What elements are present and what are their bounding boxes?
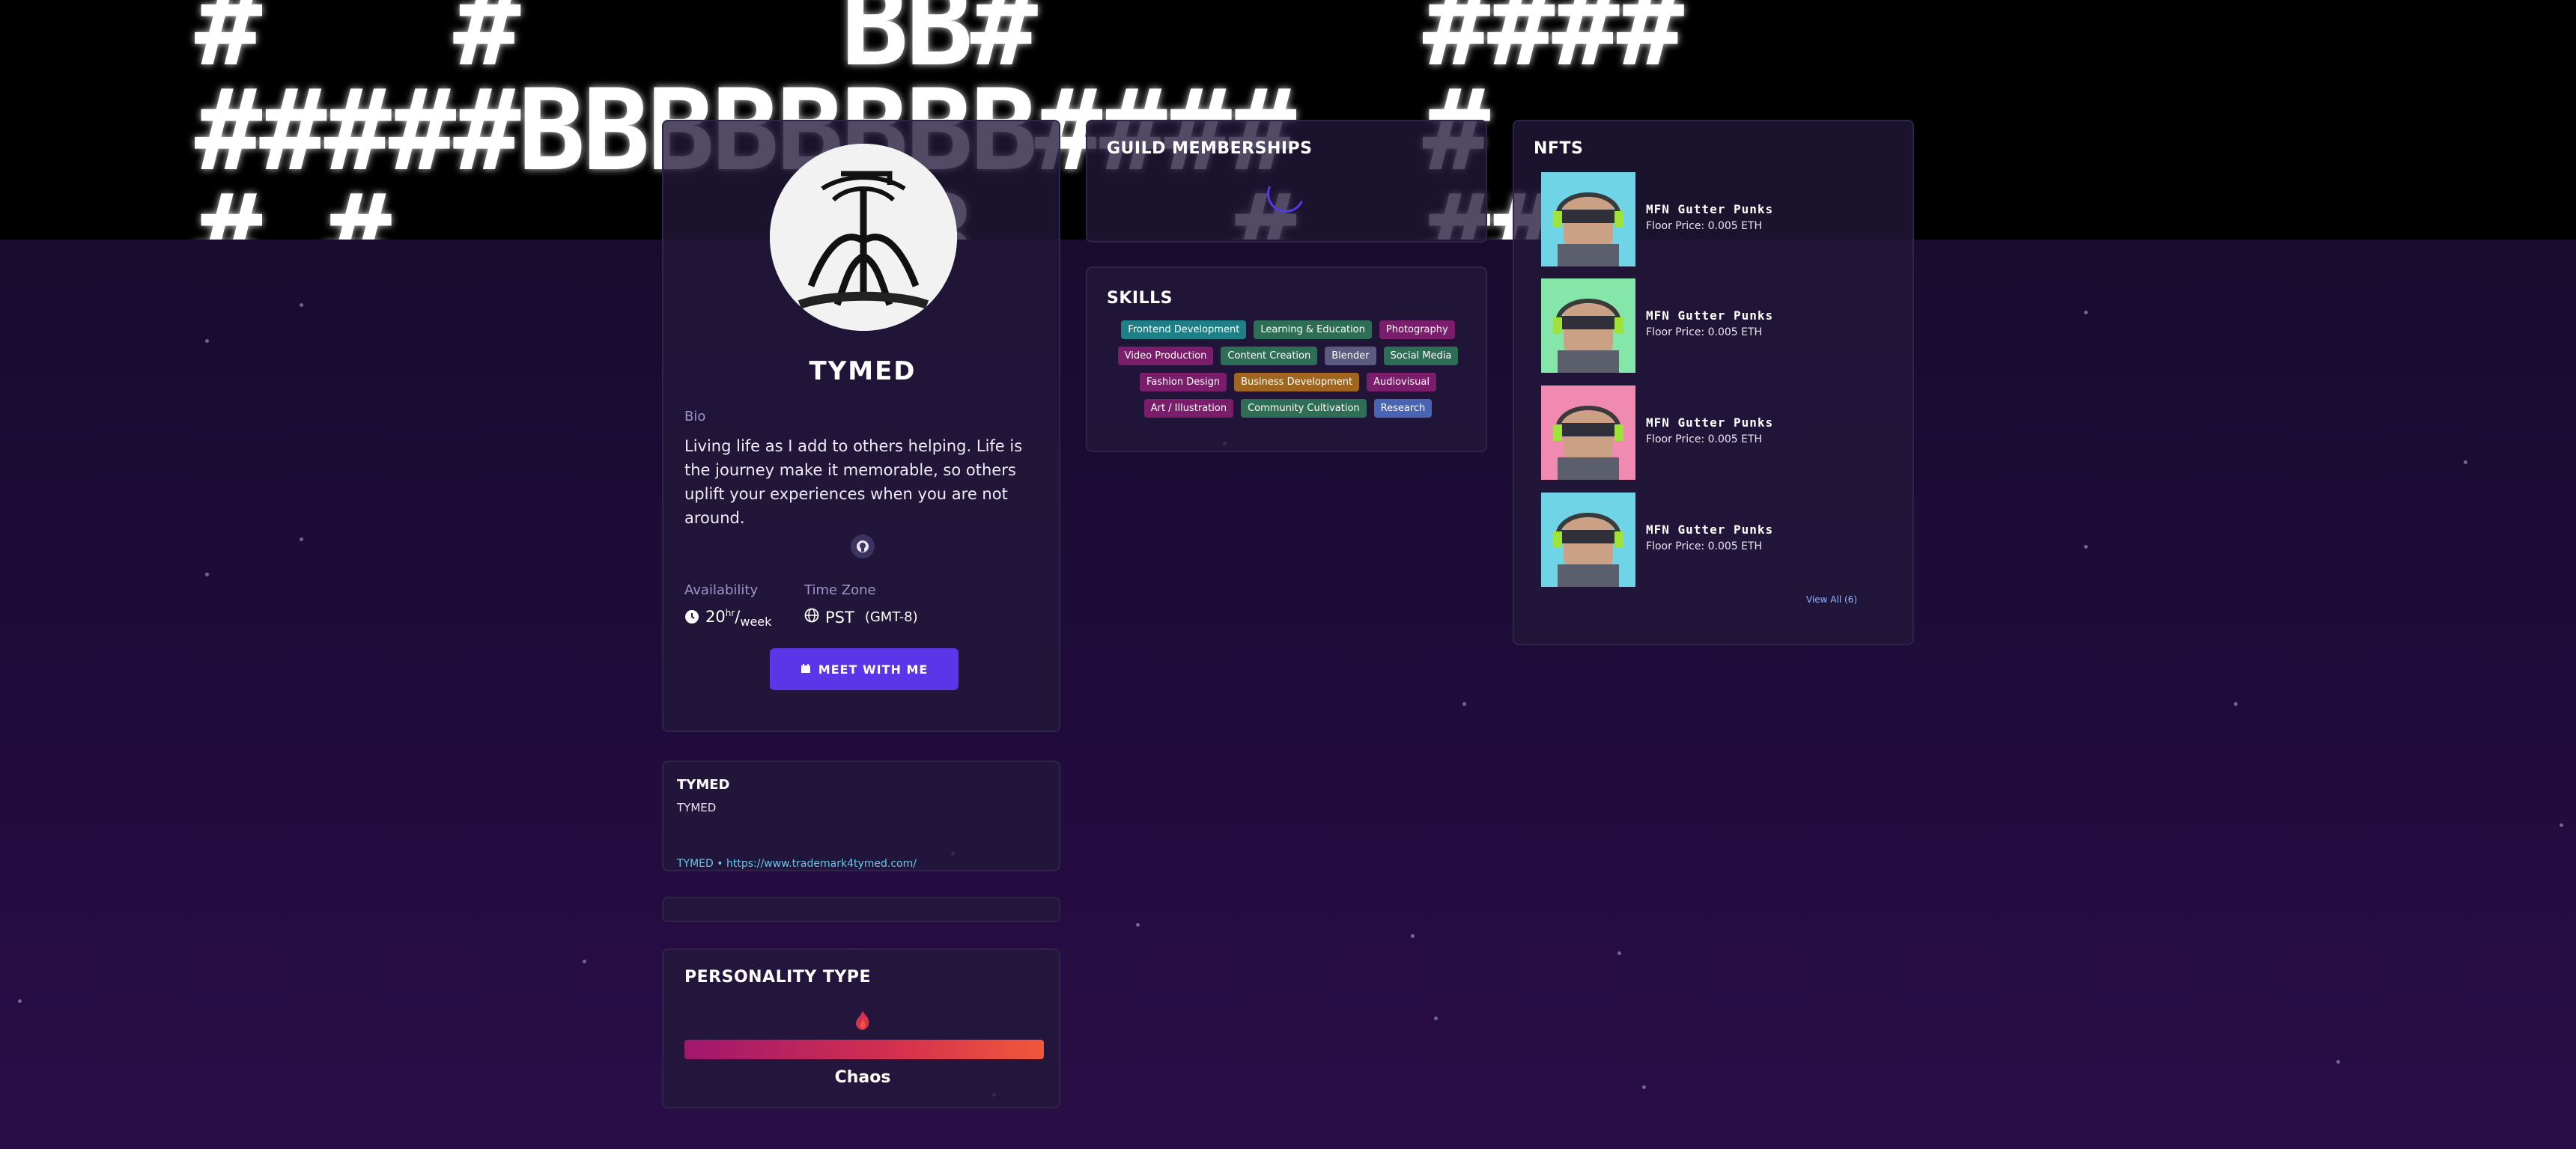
profile-card: TYMED Bio Living life as I add to others… <box>662 120 1060 732</box>
trademark-prefix: TYMED • <box>677 858 723 870</box>
personality-card: PERSONALITY TYPE Chaos <box>662 948 1060 1109</box>
trademark-title: TYMED <box>677 777 730 793</box>
nft-item[interactable]: MFN Gutter Punks Floor Price: 0.005 ETH <box>1541 172 1916 266</box>
availability-label: Availability <box>684 582 759 598</box>
nft-floor-price: Floor Price: 0.005 ETH <box>1646 220 1763 232</box>
skill-tag[interactable]: Fashion Design <box>1140 373 1227 391</box>
nft-floor-price: Floor Price: 0.005 ETH <box>1646 540 1763 552</box>
skills-card: SKILLS Frontend Development Learning & Ed… <box>1086 266 1487 452</box>
nft-name: MFN Gutter Punks <box>1646 522 1774 537</box>
availability-value: 20hr/week <box>684 608 771 629</box>
nft-floor-price: Floor Price: 0.005 ETH <box>1646 326 1763 338</box>
guild-title: GUILD MEMBERSHIPS <box>1107 139 1313 158</box>
bio-text: Living life as I add to others helping. … <box>684 437 1023 527</box>
loading-spinner-icon <box>1261 169 1310 219</box>
nft-name: MFN Gutter Punks <box>1646 202 1774 216</box>
nft-item[interactable]: MFN Gutter Punks Floor Price: 0.005 ETH <box>1541 493 1916 587</box>
trademark-subtitle: TYMED <box>677 801 717 814</box>
nft-floor-price: Floor Price: 0.005 ETH <box>1646 433 1763 445</box>
skill-tag[interactable]: Business Development <box>1234 373 1360 391</box>
nft-thumbnail <box>1541 493 1635 587</box>
trademark-footer: TYMED • https://www.trademark4tymed.com/ <box>677 858 917 870</box>
skill-tag[interactable]: Blender <box>1325 347 1376 365</box>
clock-icon <box>684 609 699 628</box>
personality-value: Chaos <box>834 1068 891 1087</box>
skills-title: SKILLS <box>1107 289 1173 308</box>
personality-bar <box>684 1040 1044 1059</box>
skill-tag[interactable]: Video Production <box>1117 347 1214 365</box>
nfts-card: NFTs MFN Gutter Punks Floor Price: 0.005 … <box>1513 120 1914 645</box>
skill-tag[interactable]: Audiovisual <box>1367 373 1436 391</box>
meet-with-me-button[interactable]: MEET WITH ME <box>770 648 959 690</box>
skill-tag[interactable]: Content Creation <box>1221 347 1318 365</box>
skill-tag[interactable]: Frontend Development <box>1121 320 1247 339</box>
view-all-link[interactable]: View All (6) <box>1806 594 1857 605</box>
profile-username: TYMED <box>809 356 917 386</box>
nft-thumbnail <box>1541 172 1635 266</box>
nft-thumbnail <box>1541 278 1635 373</box>
empty-card <box>662 897 1060 922</box>
guild-memberships-card: GUILD MEMBERSHIPS <box>1086 120 1487 243</box>
skill-tag[interactable]: Social Media <box>1383 347 1459 365</box>
skill-tag[interactable]: Research <box>1373 399 1433 418</box>
nft-thumbnail <box>1541 385 1635 480</box>
timezone-value: PST (GMT-8) <box>804 608 918 627</box>
nft-item[interactable]: MFN Gutter Punks Floor Price: 0.005 ETH <box>1541 385 1916 480</box>
nft-name: MFN Gutter Punks <box>1646 415 1774 430</box>
github-icon[interactable] <box>851 534 875 558</box>
skill-tag[interactable]: Community Cultivation <box>1241 399 1367 418</box>
nft-name: MFN Gutter Punks <box>1646 308 1774 323</box>
skill-tag[interactable]: Learning & Education <box>1254 320 1372 339</box>
skill-tag[interactable]: Art / Illustration <box>1143 399 1234 418</box>
trademark-card: TYMED TYMED TYMED • https://www.trademar… <box>662 761 1060 871</box>
availability-hours: 20 <box>705 608 726 626</box>
bio-label: Bio <box>684 409 706 424</box>
availability-unit-top: hr <box>725 608 735 618</box>
timezone-offset: (GMT-8) <box>864 609 918 625</box>
timezone-abbr: PST <box>825 608 854 627</box>
timezone-label: Time Zone <box>804 582 876 598</box>
personality-title: PERSONALITY TYPE <box>684 968 871 987</box>
skill-tag[interactable]: Photography <box>1379 320 1455 339</box>
skills-list: Frontend Development Learning & Education… <box>1107 320 1469 418</box>
nfts-title: NFTs <box>1534 139 1584 158</box>
meet-button-label: MEET WITH ME <box>818 662 929 677</box>
nft-item[interactable]: MFN Gutter Punks Floor Price: 0.005 ETH <box>1541 278 1916 373</box>
flame-icon <box>854 1010 872 1034</box>
avatar <box>770 144 957 331</box>
trademark-link[interactable]: https://www.trademark4tymed.com/ <box>726 858 917 870</box>
availability-unit-bottom: week <box>740 615 772 630</box>
globe-icon <box>804 608 819 627</box>
calendar-icon <box>801 662 811 677</box>
